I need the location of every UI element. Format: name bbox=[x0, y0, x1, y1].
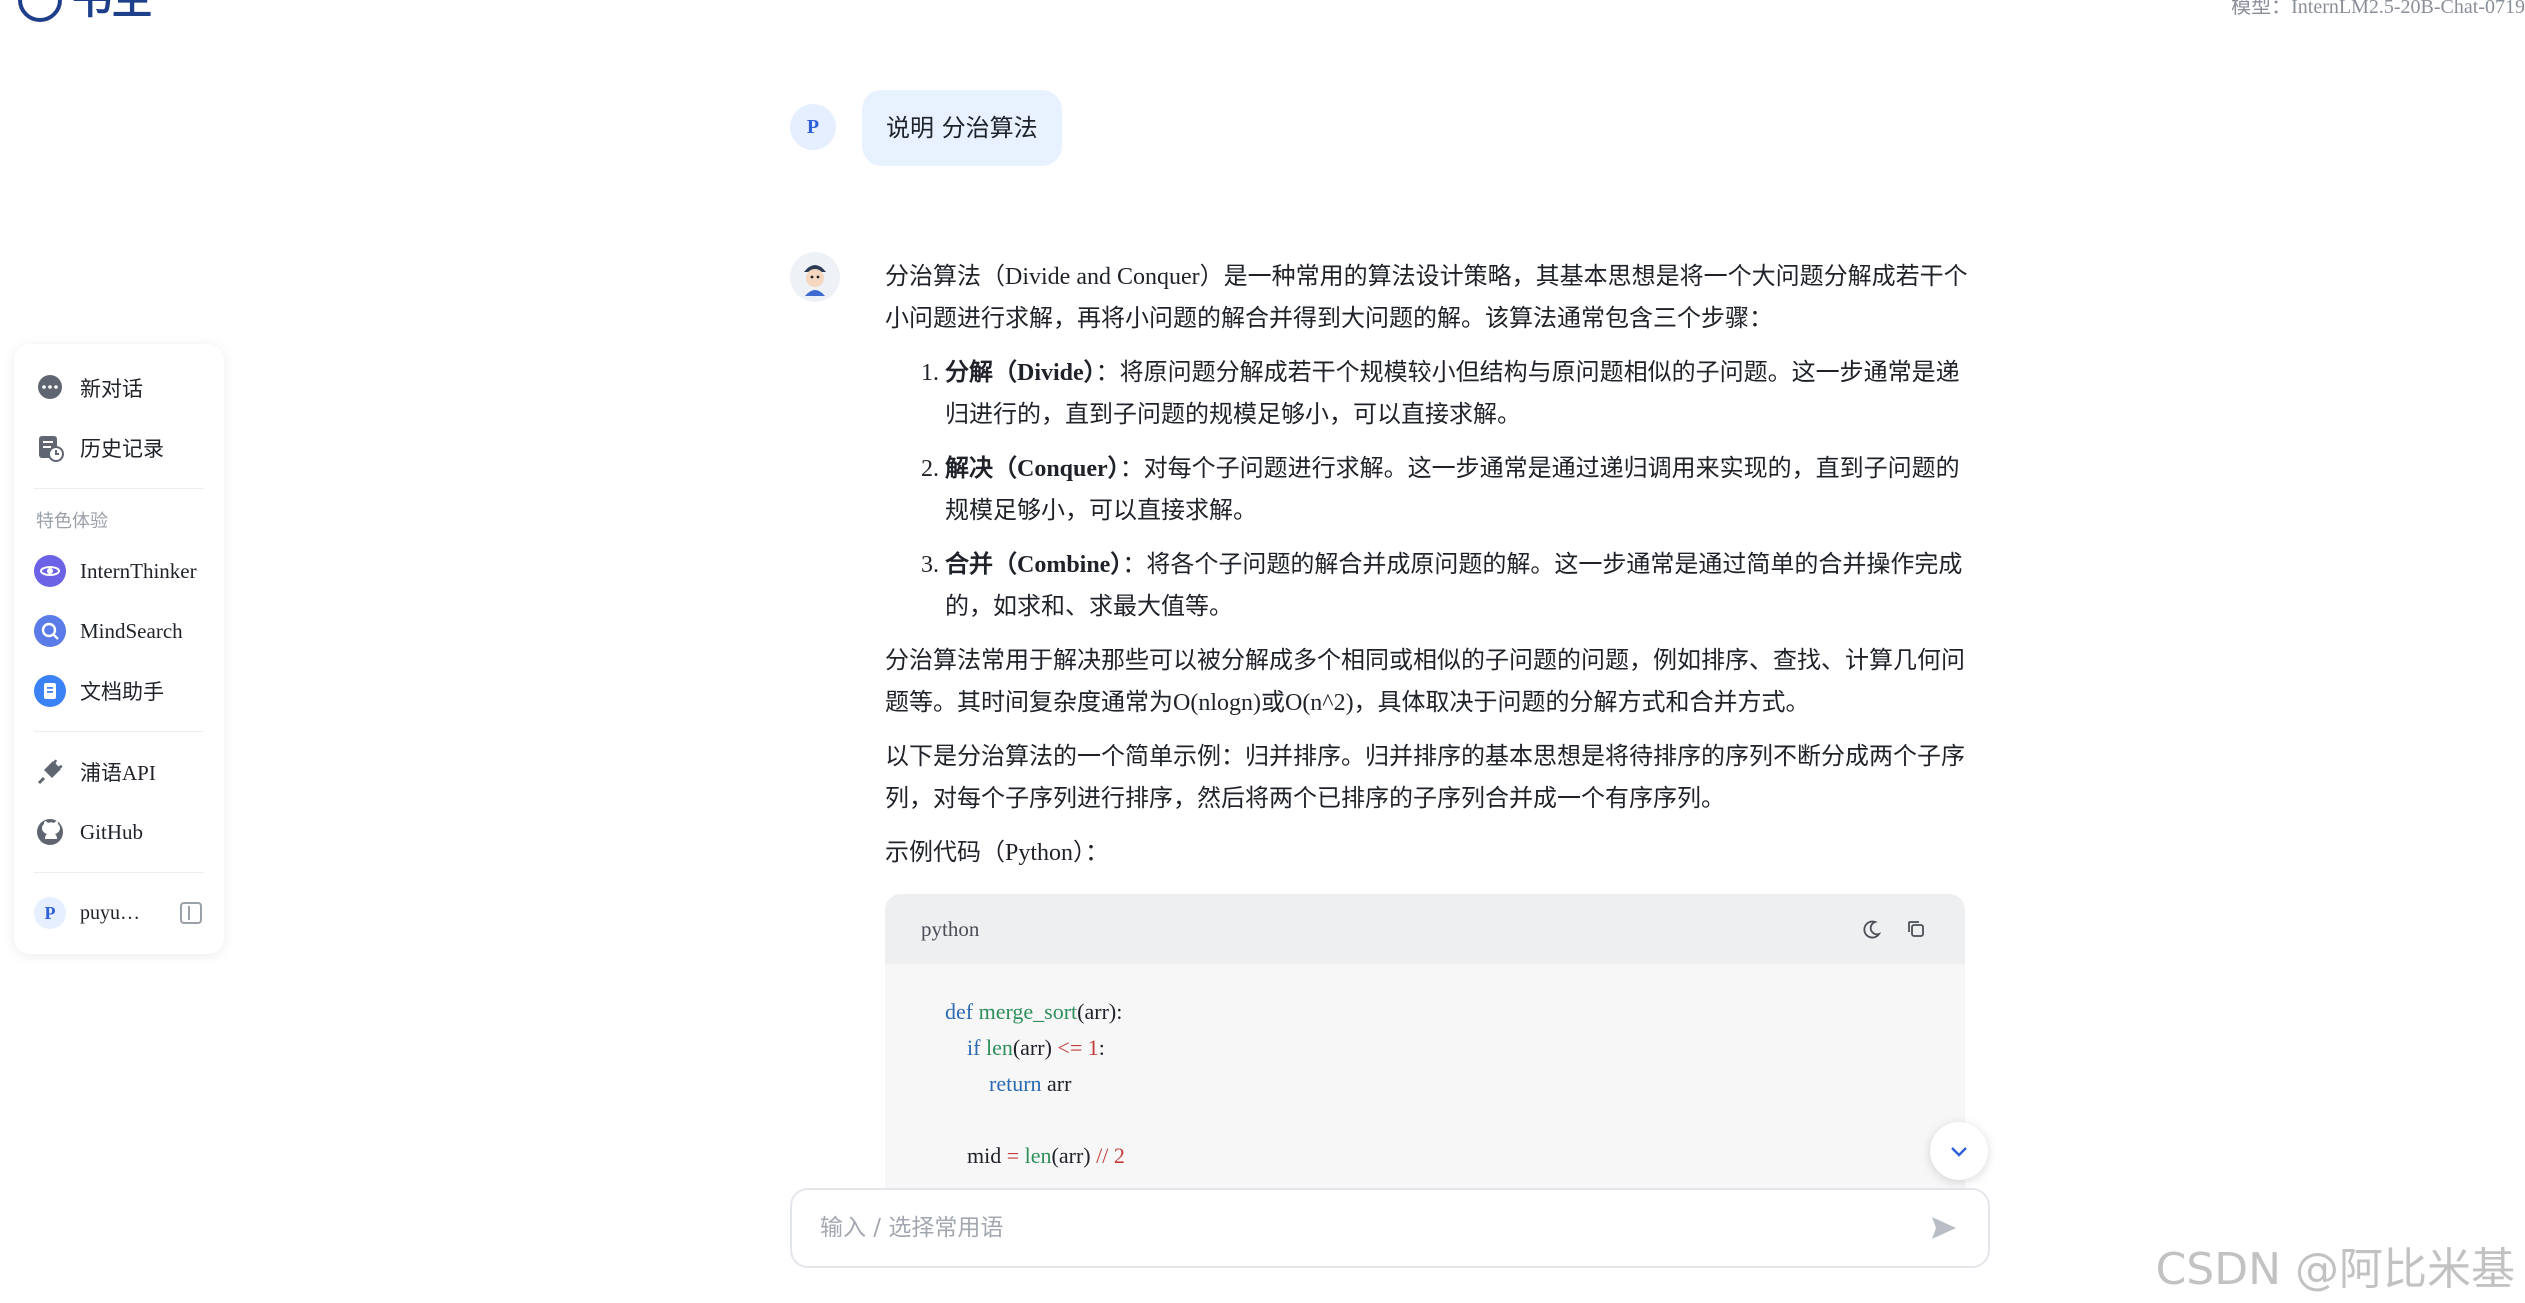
code-header: python bbox=[885, 894, 1965, 964]
user-profile[interactable]: P puyu… bbox=[14, 883, 224, 943]
chat-bubble-icon bbox=[34, 372, 66, 404]
sidebar-item-doc-assistant[interactable]: 文档助手 bbox=[14, 661, 224, 721]
sidebar-item-github[interactable]: GitHub bbox=[14, 802, 224, 862]
section-label: 特色体验 bbox=[36, 511, 108, 532]
divider bbox=[34, 488, 204, 489]
sidebar-item-label: InternThinker bbox=[80, 558, 197, 583]
code-intro: 示例代码（Python）： bbox=[885, 840, 1110, 866]
steps-list: 分解（Divide）：将原问题分解成若干个规模较小但结构与原问题相似的子问题。这… bbox=[885, 352, 1970, 628]
avatar: P bbox=[34, 897, 66, 929]
sidebar-item-label: 浦语API bbox=[80, 761, 156, 785]
sidebar-item-mindsearch[interactable]: MindSearch bbox=[14, 601, 224, 661]
app-logo[interactable]: 书生 bbox=[18, 0, 152, 22]
chevron-down-icon bbox=[1951, 1147, 1967, 1157]
logo-text: 书生 bbox=[72, 0, 152, 23]
sidebar-item-api[interactable]: 浦语API bbox=[14, 742, 224, 802]
sidebar-item-internthinker[interactable]: InternThinker bbox=[14, 541, 224, 601]
step-text: ：将原问题分解成若干个规模较小但结构与原问题相似的子问题。这一步通常是递归进行的… bbox=[945, 360, 1960, 428]
list-item: 合并（Combine）：将各个子问题的解合并成原问题的解。这一步通常是通过简单的… bbox=[945, 544, 1970, 628]
plug-icon bbox=[34, 756, 66, 788]
logo-icon bbox=[18, 0, 62, 22]
code-language: python bbox=[921, 917, 980, 941]
history-icon bbox=[34, 432, 66, 464]
sidebar-item-label: 文档助手 bbox=[80, 680, 164, 704]
reply-paragraph: 以下是分治算法的一个简单示例：归并排序。归并排序的基本思想是将待排序的序列不断分… bbox=[885, 744, 1965, 812]
step-title: 合并（Combine） bbox=[945, 552, 1123, 578]
model-label[interactable]: 模型：InternLM2.5-20B-Chat-0719 bbox=[2231, 0, 2525, 19]
assistant-reply: 分治算法（Divide and Conquer）是一种常用的算法设计策略，其基本… bbox=[885, 256, 1970, 1206]
watermark: CSDN @阿比米基 bbox=[2155, 1244, 2515, 1295]
chat-input-box[interactable] bbox=[790, 1188, 1990, 1268]
send-icon bbox=[1932, 1217, 1956, 1239]
user-message: 说明 分治算法 bbox=[862, 90, 1062, 166]
list-item: 解决（Conquer）：对每个子问题进行求解。这一步通常是通过递归调用来实现的，… bbox=[945, 448, 1970, 532]
chat-input[interactable] bbox=[818, 1214, 1926, 1242]
document-icon bbox=[34, 675, 66, 707]
step-title: 分解（Divide） bbox=[945, 360, 1096, 386]
divider bbox=[34, 872, 204, 873]
scroll-to-bottom-button[interactable] bbox=[1930, 1122, 1988, 1180]
code-block: python def merge_sort(arr): if len(arr) … bbox=[885, 894, 1965, 1206]
list-item: 分解（Divide）：将原问题分解成若干个规模较小但结构与原问题相似的子问题。这… bbox=[945, 352, 1970, 436]
sidebar-item-label: 新对话 bbox=[80, 377, 143, 401]
code-content: def merge_sort(arr): if len(arr) <= 1: r… bbox=[945, 999, 1125, 1168]
sidebar-item-history[interactable]: 历史记录 bbox=[14, 418, 224, 478]
divider bbox=[34, 731, 204, 732]
mindsearch-icon bbox=[34, 615, 66, 647]
user-name: puyu… bbox=[80, 901, 140, 924]
send-button[interactable] bbox=[1926, 1210, 1962, 1246]
sidebar: 新对话 历史记录 特色体验 InternThinker MindSearch 文… bbox=[14, 344, 224, 954]
sidebar-item-label: 历史记录 bbox=[80, 437, 164, 461]
sidebar-toggle-icon[interactable] bbox=[180, 902, 202, 924]
reply-intro: 分治算法（Divide and Conquer）是一种常用的算法设计策略，其基本… bbox=[885, 264, 1968, 332]
github-icon bbox=[34, 816, 66, 848]
user-avatar: P bbox=[790, 104, 836, 150]
assistant-avatar-icon bbox=[790, 252, 840, 302]
sidebar-item-new-chat[interactable]: 新对话 bbox=[14, 358, 224, 418]
sidebar-item-label: MindSearch bbox=[80, 618, 183, 643]
reply-paragraph: 分治算法常用于解决那些可以被分解成多个相同或相似的子问题的问题，例如排序、查找、… bbox=[885, 648, 1965, 716]
copy-icon[interactable] bbox=[1903, 916, 1929, 942]
step-title: 解决（Conquer） bbox=[945, 456, 1120, 482]
sidebar-item-label: GitHub bbox=[80, 819, 143, 844]
theme-toggle-icon[interactable] bbox=[1859, 916, 1885, 942]
internthinker-icon bbox=[34, 555, 66, 587]
